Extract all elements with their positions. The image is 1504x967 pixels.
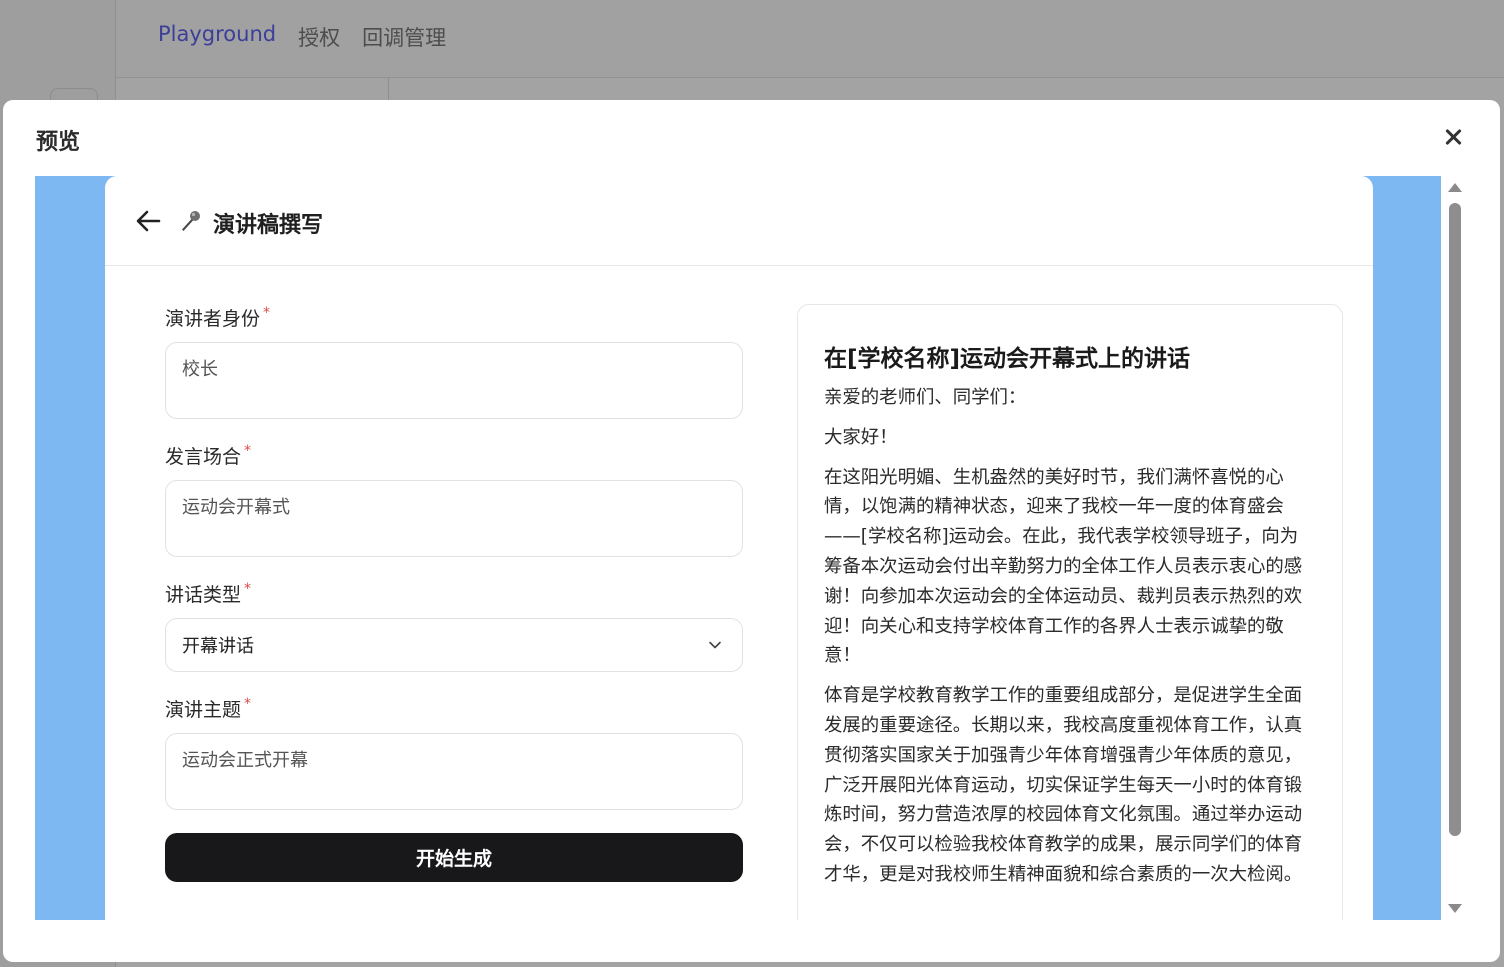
output-title: 在[学校名称]运动会开幕式上的讲话 [824, 346, 1191, 372]
topic-input[interactable]: 运动会正式开幕 [165, 733, 743, 810]
output-panel: 在[学校名称]运动会开幕式上的讲话 亲爱的老师们、同学们： 大家好！ 在这阳光明… [797, 304, 1343, 920]
preview-frame: 演讲稿撰写 演讲者身份 * 校长 发言场合 * 运动会开幕式 讲话类型 * 开幕讲话 [35, 176, 1441, 920]
background-nav: Playground 授权 回调管理 [158, 22, 446, 52]
occasion-input[interactable]: 运动会开幕式 [165, 480, 743, 557]
output-paragraph: 亲爱的老师们、同学们： [824, 387, 1027, 408]
type-select-value: 开幕讲话 [182, 636, 254, 657]
occasion-label-text: 发言场合 [165, 446, 242, 468]
speaker-label-text: 演讲者身份 [165, 308, 261, 330]
app-header: 演讲稿撰写 [105, 176, 1373, 266]
microphone-icon [182, 211, 200, 231]
required-mark: * [263, 305, 271, 321]
nav-callback[interactable]: 回调管理 [362, 22, 446, 52]
type-select[interactable]: 开幕讲话 [165, 618, 743, 672]
scrollbar-thumb[interactable] [1449, 203, 1461, 836]
output-paragraph: 体育是学校教育教学工作的重要组成部分，是促进学生全面发展的重要途径。长期以来，我… [824, 685, 1303, 885]
occasion-label: 发言场合 * [165, 442, 743, 468]
output-paragraph: 在这阳光明媚、生机盎然的美好时节，我们满怀喜悦的心情，以饱满的精神状态，迎来了我… [824, 466, 1303, 667]
nav-playground[interactable]: Playground [158, 22, 276, 52]
page-title: 演讲稿撰写 [213, 213, 324, 238]
generate-button[interactable]: 开始生成 [165, 833, 743, 882]
scroll-down-arrow-icon[interactable] [1448, 904, 1462, 913]
required-mark: * [244, 581, 252, 597]
chevron-down-icon [709, 641, 721, 649]
nav-auth[interactable]: 授权 [298, 22, 340, 52]
close-icon[interactable] [1442, 126, 1464, 148]
type-label-text: 讲话类型 [165, 584, 242, 606]
output-paragraph: 大家好！ [824, 426, 898, 448]
modal-title: 预览 [36, 130, 81, 155]
app-card: 演讲稿撰写 演讲者身份 * 校长 发言场合 * 运动会开幕式 讲话类型 * 开幕讲话 [105, 176, 1373, 920]
speech-form: 演讲者身份 * 校长 发言场合 * 运动会开幕式 讲话类型 * 开幕讲话 演讲主… [165, 304, 743, 882]
topic-label-text: 演讲主题 [165, 699, 242, 721]
speaker-label: 演讲者身份 * [165, 304, 743, 330]
arrow-left-icon[interactable] [135, 209, 161, 233]
scroll-up-arrow-icon[interactable] [1448, 183, 1462, 192]
preview-modal: 预览 演讲稿撰写 演讲者身份 * 校长 发言场合 * 运动会开幕式 讲话类型 *… [3, 100, 1500, 962]
topic-label: 演讲主题 * [165, 695, 743, 721]
speaker-input[interactable]: 校长 [165, 342, 743, 419]
required-mark: * [244, 696, 252, 712]
required-mark: * [244, 443, 252, 459]
type-label: 讲话类型 * [165, 580, 743, 606]
